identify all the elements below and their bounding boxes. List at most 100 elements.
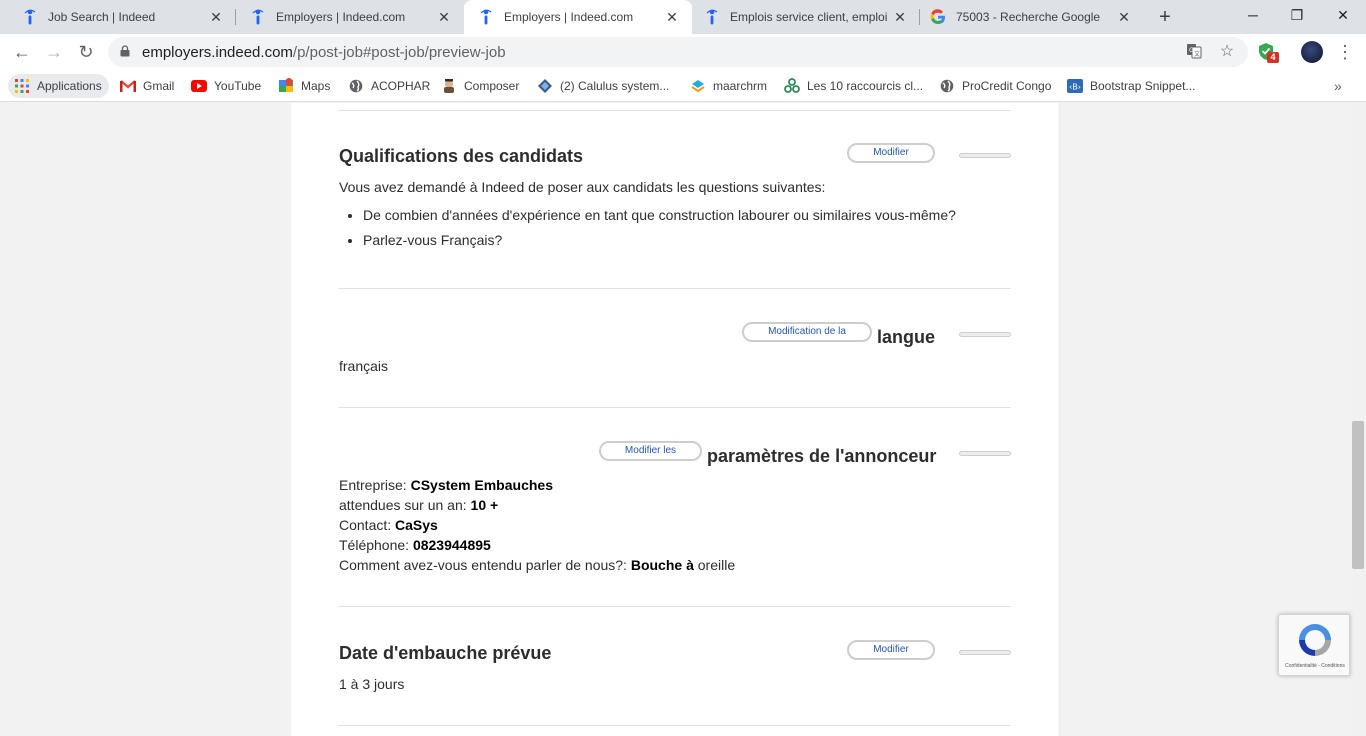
- phone-label: Téléphone:: [339, 537, 413, 553]
- browser-toolbar: ← → ↻ employers.indeed.com/p/post-job#po…: [0, 34, 1366, 70]
- bookmark-label: Bootstrap Snippet...: [1090, 79, 1196, 93]
- bookmark-maarchrm[interactable]: maarchrm: [690, 74, 767, 98]
- calulus-icon: [537, 78, 553, 94]
- extension-badge: 4: [1267, 52, 1279, 63]
- close-tab-icon[interactable]: ✕: [664, 9, 680, 25]
- section-divider: [338, 110, 1011, 111]
- bookmark-maps[interactable]: Maps: [278, 74, 330, 98]
- more-bookmarks-icon[interactable]: »: [1334, 78, 1342, 94]
- globe-icon: [939, 78, 955, 94]
- source-label: Comment avez-vous entendu parler de nous…: [339, 557, 631, 573]
- tab-title: 75003 - Recherche Google: [956, 10, 1101, 24]
- language-value: français: [339, 358, 389, 374]
- close-tab-icon[interactable]: ✕: [208, 9, 224, 25]
- bookmark-label: Applications: [37, 79, 102, 93]
- bookmark-calulus[interactable]: (2) Calulus system...: [537, 74, 669, 98]
- indeed-icon: [478, 9, 494, 25]
- minimize-button[interactable]: ─: [1230, 0, 1276, 30]
- url-text: employers.indeed.com/p/post-job#post-job…: [142, 44, 506, 61]
- youtube-icon: [191, 78, 207, 94]
- expected-hires-line: attendues sur un an: 10 +: [339, 497, 498, 513]
- maarch-icon: [690, 78, 706, 94]
- advertiser-title: paramètres de l'annonceur: [707, 446, 937, 466]
- translate-icon[interactable]: G文: [1185, 43, 1203, 61]
- expected-value: 10 +: [470, 497, 499, 513]
- company-line: Entreprise: CSystem Embauches: [339, 477, 553, 493]
- bookmark-gmail[interactable]: Gmail: [120, 74, 174, 98]
- qualifications-title: Qualifications des candidats: [339, 146, 584, 166]
- profile-avatar[interactable]: [1301, 41, 1323, 63]
- scrollbar-thumb[interactable]: [1352, 421, 1364, 569]
- expected-label: attendues sur un an:: [339, 497, 471, 513]
- tab-job-search[interactable]: Job Search | Indeed ✕: [0, 0, 236, 34]
- job-preview-card: Qualifications des candidats Modifier Vo…: [291, 103, 1058, 736]
- url-path: /p/post-job#post-job/preview-job: [292, 44, 506, 61]
- raccourcis-icon: [784, 78, 800, 94]
- section-toggle[interactable]: [959, 332, 1011, 337]
- maps-icon: [278, 78, 294, 94]
- svg-text:‹B›: ‹B›: [1069, 83, 1081, 92]
- tab-emplois[interactable]: Emplois service client, emploi | ✕: [692, 0, 920, 34]
- address-bar[interactable]: employers.indeed.com/p/post-job#post-job…: [108, 37, 1248, 67]
- indeed-icon: [250, 9, 266, 25]
- tab-title: Employers | Indeed.com: [276, 10, 406, 24]
- section-toggle[interactable]: [959, 153, 1011, 158]
- recaptcha-badge[interactable]: Confidentialité - Conditions: [1278, 614, 1350, 676]
- tab-google[interactable]: 75003 - Recherche Google ✕: [920, 0, 1144, 34]
- browser-menu-icon[interactable]: ⋮: [1336, 42, 1354, 62]
- bookmark-label: Maps: [301, 79, 331, 93]
- tab-title: Emplois service client, emploi |: [730, 10, 890, 24]
- forward-button[interactable]: →: [42, 40, 66, 64]
- new-tab-button[interactable]: +: [1154, 6, 1176, 28]
- section-toggle[interactable]: [959, 451, 1011, 456]
- svg-text:文: 文: [1194, 50, 1200, 58]
- section-divider: [338, 407, 1011, 408]
- contact-line: Contact: CaSys: [339, 517, 438, 533]
- restore-button[interactable]: ❐: [1274, 0, 1320, 30]
- extension-shield-icon[interactable]: 4: [1257, 42, 1279, 63]
- indeed-icon: [704, 9, 720, 25]
- recaptcha-icon: [1299, 624, 1331, 656]
- bookmark-applications[interactable]: Applications: [8, 74, 109, 98]
- page-scrollbar[interactable]: [1350, 103, 1366, 736]
- back-button[interactable]: ←: [10, 40, 34, 64]
- bookmark-label: ACOPHAR: [371, 79, 431, 93]
- url-host: employers.indeed.com: [142, 44, 293, 61]
- section-divider: [338, 606, 1011, 607]
- close-tab-icon[interactable]: ✕: [436, 9, 452, 25]
- tab-employers-1[interactable]: Employers | Indeed.com ✕: [236, 0, 464, 34]
- tab-employers-active[interactable]: Employers | Indeed.com ✕: [464, 0, 692, 34]
- bookmark-composer[interactable]: Composer: [441, 74, 519, 98]
- bookmark-bootstrap[interactable]: ‹B› Bootstrap Snippet...: [1067, 74, 1195, 98]
- bookmark-label: Gmail: [143, 79, 175, 93]
- company-value: CSystem Embauches: [410, 477, 553, 493]
- bookmarks-bar: Applications Gmail YouTube Maps ACOPHAR …: [0, 70, 1366, 102]
- bookmark-star-icon[interactable]: ☆: [1218, 43, 1236, 61]
- close-tab-icon[interactable]: ✕: [892, 9, 908, 25]
- lock-icon: [120, 45, 130, 57]
- bookmark-procredit[interactable]: ProCredit Congo: [939, 74, 1051, 98]
- globe-icon: [348, 78, 364, 94]
- close-tab-icon[interactable]: ✕: [1116, 9, 1132, 25]
- edit-advertiser-button[interactable]: Modifier les: [599, 441, 702, 461]
- apps-grid-icon: [14, 78, 30, 94]
- bookmark-label: ProCredit Congo: [962, 79, 1052, 93]
- edit-language-button[interactable]: Modification de la: [742, 322, 872, 342]
- edit-qualifications-button[interactable]: Modifier: [847, 143, 935, 163]
- page-viewport: Qualifications des candidats Modifier Vo…: [0, 103, 1350, 736]
- bookmark-label: Les 10 raccourcis cl...: [807, 79, 924, 93]
- close-window-button[interactable]: ✕: [1320, 0, 1366, 30]
- phone-value: 0823944895: [412, 537, 491, 553]
- bookmark-acophar[interactable]: ACOPHAR: [348, 74, 430, 98]
- edit-hire-date-button[interactable]: Modifier: [847, 640, 935, 660]
- company-label: Entreprise:: [339, 477, 411, 493]
- reload-button[interactable]: ↻: [74, 40, 98, 64]
- list-item: De combien d'années d'expérience en tant…: [363, 205, 956, 230]
- section-divider: [338, 288, 1011, 289]
- bookmark-youtube[interactable]: YouTube: [191, 74, 261, 98]
- bootstrap-icon: ‹B›: [1067, 78, 1083, 94]
- hire-date-value: 1 à 3 jours: [339, 676, 405, 692]
- bookmark-raccourcis[interactable]: Les 10 raccourcis cl...: [784, 74, 923, 98]
- section-toggle[interactable]: [959, 650, 1011, 655]
- tab-title: Employers | Indeed.com: [504, 10, 634, 24]
